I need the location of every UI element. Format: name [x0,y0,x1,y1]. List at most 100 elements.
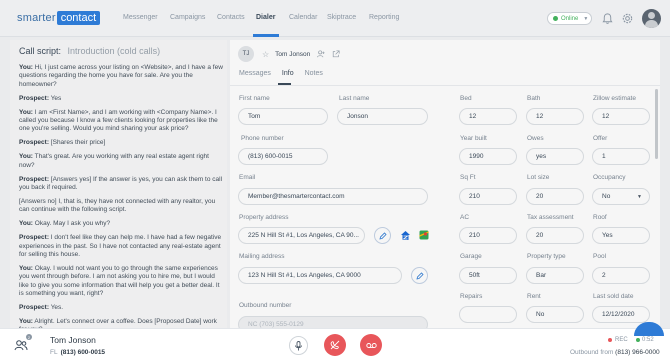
script-speaker: You: [19,108,33,116]
pool-label: Pool [593,253,607,260]
script-speaker: You: [19,64,33,71]
mailing-address-field[interactable]: 123 N Hill St #1, Los Angeles, CA 9000 [238,267,402,284]
ac-field[interactable]: 210 [459,227,517,244]
script-text: I don't feel like they can help me. I ha… [19,234,222,258]
caller-state: FL [50,349,58,356]
garage-label: Garage [460,253,482,260]
bell-icon[interactable] [601,12,614,25]
occupancy-select[interactable]: No ▼ [592,188,650,205]
script-speaker: You: [19,153,33,161]
map-icon[interactable] [419,230,429,240]
tab-info[interactable]: Info [282,70,294,77]
sqft-label: Sq Ft [460,174,476,181]
zillow-icon[interactable] [400,230,411,241]
script-speaker: Prospect: [19,175,49,183]
hang-up-button[interactable] [324,334,346,356]
script-speaker: Prospect: [19,303,49,311]
call-timer: 0:52 [636,337,654,343]
contact-panel: TJ ☆ Tom Jonson Messages Info Notes Firs… [230,40,660,333]
last-sold-date-label: Last sold date [593,293,634,300]
user-avatar[interactable] [642,9,661,28]
repairs-field[interactable] [459,306,517,323]
script-speaker: Prospect: [19,234,49,242]
script-paragraph: Prospect: I don't feel like they can hel… [19,234,223,259]
tab-notes[interactable]: Notes [305,70,323,77]
mailing-address-label: Mailing address [239,253,285,260]
star-icon[interactable]: ☆ [262,50,269,59]
owes-label: Owes [527,135,544,142]
tab-messages[interactable]: Messages [239,70,271,77]
contact-header: TJ ☆ Tom Jonson [238,46,340,62]
edit-mailing-button[interactable] [411,267,428,284]
script-text: Okay. I would not want you to go through… [19,264,220,298]
script-speaker: Prospect: [19,139,49,147]
call-script-heading: Call script: [19,46,62,56]
first-name-field[interactable]: Tom [238,108,328,125]
status-text: Online [561,15,579,22]
property-type-field[interactable]: Bar [526,267,584,284]
status-dropdown[interactable]: Online ▼ [547,12,592,25]
bath-label: Bath [527,95,541,102]
add-user-icon[interactable] [317,50,325,58]
year-built-field[interactable]: 1990 [459,148,517,165]
garage-field[interactable]: 50ft [459,267,517,284]
bed-field[interactable]: 12 [459,108,517,125]
last-name-field[interactable]: Jonson [337,108,428,125]
top-navigation: smarter contact Messenger Campaigns Cont… [0,0,670,37]
tax-assessment-label: Tax assessment [527,214,574,221]
voicemail-button[interactable] [360,334,382,356]
nav-campaigns[interactable]: Campaigns [170,14,205,21]
call-script-subtitle: Introduction (cold calls) [67,46,161,56]
recording-indicator: REC [608,337,628,343]
script-speaker: You: [19,220,33,228]
nav-messenger[interactable]: Messenger [123,14,158,21]
tax-assessment-field[interactable]: 20 [526,227,584,244]
script-text: Okay. May I ask you why? [34,220,111,228]
bath-field[interactable]: 12 [526,108,584,125]
contacts-badge: 2 [26,334,32,340]
mute-button[interactable] [289,336,308,355]
outbound-from-label: Outbound from [570,349,614,356]
owes-field[interactable]: yes [526,148,584,165]
property-address-field[interactable]: 225 N Hill St #1, Los Angeles, CA 90... [238,227,365,244]
gear-icon[interactable] [621,12,634,25]
script-speaker: You: [19,317,33,325]
script-paragraph: You: Okay. May I ask you why? [19,220,223,228]
script-paragraph: You: Hi, I just came across your listing… [19,64,223,89]
nav-calendar[interactable]: Calendar [289,14,317,21]
voicemail-icon [365,342,377,348]
script-paragraph: [Answers no] I, that is, they have not c… [19,198,223,215]
bed-label: Bed [460,95,472,102]
outbound-from: Outbound from (813) 966-0000 [570,349,660,356]
pool-field[interactable]: 2 [592,267,650,284]
zillow-estimate-field[interactable]: 12 [592,108,650,125]
external-link-icon[interactable] [332,50,340,58]
nav-skiptrace[interactable]: Skiptrace [327,14,356,21]
outbound-from-number: (813) 966-0000 [615,349,660,356]
logo[interactable]: smarter contact [17,11,101,25]
nav-dialer[interactable]: Dialer [256,14,275,21]
contacts-icon[interactable] [14,338,28,352]
lot-size-field[interactable]: 20 [526,188,584,205]
rent-field[interactable]: No [526,306,584,323]
edit-property-button[interactable] [374,227,391,244]
offer-field[interactable]: 1 [592,148,650,165]
phone-field[interactable]: (813) 600-0015 [238,148,328,165]
occupancy-value: No [602,193,611,200]
script-text: That's great. Are you working with any r… [19,153,209,169]
nav-reporting[interactable]: Reporting [369,14,399,21]
script-speaker: You: [19,264,33,272]
call-script-title: Call script: Introduction (cold calls) [19,46,160,56]
sqft-field[interactable]: 210 [459,188,517,205]
email-field[interactable]: Member@thesmartercontact.com [238,188,428,205]
contact-name: Tom Jonson [275,50,311,58]
nav-contacts[interactable]: Contacts [217,14,245,21]
last-sold-date-field[interactable]: 12/12/2020 [592,306,650,323]
first-name-label: First name [239,95,270,102]
year-built-label: Year built [460,135,487,142]
caller-name: Tom Jonson [50,335,96,345]
scrollbar[interactable] [655,89,658,159]
roof-field[interactable]: Yes [592,227,650,244]
script-paragraph: Prospect: Yes. [19,304,223,312]
status-dot [553,16,558,21]
